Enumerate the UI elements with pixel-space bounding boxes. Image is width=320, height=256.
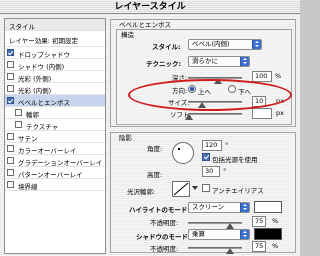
style-item-label: 光彩 (内側) xyxy=(18,87,52,95)
highlight-annotation-ellipse xyxy=(128,79,292,111)
style-item-label: テクスチャ xyxy=(26,123,59,131)
style-item[interactable]: ベベルとエンボス xyxy=(5,95,105,107)
gloss-contour-arrow-icon[interactable] xyxy=(192,186,198,190)
style-item-checkbox[interactable] xyxy=(7,145,14,152)
depth-input[interactable]: 100 xyxy=(252,71,272,82)
style-item-label: ドロップシャドウ xyxy=(18,51,70,59)
shading-title: 陰影 xyxy=(119,134,132,142)
style-item-label: ベベルとエンボス xyxy=(18,99,70,107)
style-item-label: 光彩 (外側) xyxy=(18,75,52,83)
global-light-label: 包括光源を使用 xyxy=(212,156,258,164)
style-item[interactable]: 光彩 (外側) xyxy=(5,71,105,83)
shadow-opacity-label: 不透明度: xyxy=(150,245,179,253)
dropdown-arrow-icon xyxy=(240,230,249,239)
style-item-label: カラーオーバーレイ xyxy=(18,147,77,155)
style-item[interactable]: パターンオーバーレイ xyxy=(5,167,105,179)
altitude-label: 高度: xyxy=(147,171,163,179)
window-title-bar[interactable]: レイヤースタイル xyxy=(0,0,300,14)
dialog-body: スタイル レイヤー効果: 初期設定 ドロップシャドウ シャドウ (内側) 光彩 (外… xyxy=(0,14,300,256)
style-item-checkbox[interactable] xyxy=(7,169,14,176)
style-item-label: パターンオーバーレイ xyxy=(18,171,83,179)
angle-dial-marker xyxy=(178,148,180,150)
gloss-contour-label: 光沢輪郭: xyxy=(127,188,156,196)
style-item[interactable]: 境界線 xyxy=(5,179,105,191)
highlight-mode-value: スクリーン xyxy=(192,203,225,211)
gloss-contour-picker[interactable] xyxy=(172,181,190,197)
blend-options-label: レイヤー効果: 初期設定 xyxy=(9,37,79,45)
depth-unit: % xyxy=(275,72,282,80)
style-item[interactable]: 輪郭 xyxy=(5,107,105,119)
style-item-label: シャドウ (内側) xyxy=(18,63,65,71)
style-item-label: 境界線 xyxy=(18,183,38,191)
shadow-opacity-unit: % xyxy=(272,242,279,250)
styles-header[interactable]: スタイル xyxy=(5,19,105,31)
style-item[interactable]: カラーオーバーレイ xyxy=(5,143,105,155)
blend-options-item[interactable]: レイヤー効果: 初期設定 xyxy=(5,31,105,47)
highlight-mode-select[interactable]: スクリーン xyxy=(188,202,250,213)
style-select-value: ベベル(内側) xyxy=(192,40,230,48)
soften-slider-thumb[interactable] xyxy=(185,114,193,120)
style-label: スタイル: xyxy=(152,43,181,51)
highlight-mode-label: ハイライトのモード: xyxy=(129,206,190,214)
style-item-checkbox[interactable] xyxy=(15,109,22,116)
style-item[interactable]: グラデーションオーバーレイ xyxy=(5,155,105,167)
highlight-opacity-label: 不透明度: xyxy=(150,219,179,227)
style-item-checkbox[interactable] xyxy=(7,181,14,188)
style-item-checkbox[interactable] xyxy=(7,85,14,92)
styles-list: スタイル レイヤー効果: 初期設定 ドロップシャドウ シャドウ (内側) 光彩 (外… xyxy=(4,18,106,254)
antialias-label: アンチエイリアス xyxy=(212,187,264,195)
bevel-group-title: ベベルとエンボス xyxy=(119,21,171,29)
style-item[interactable]: 光彩 (内側) xyxy=(5,83,105,95)
structure-title: 構造 xyxy=(121,31,134,39)
highlight-color-swatch[interactable] xyxy=(254,201,282,213)
global-light-checkbox[interactable] xyxy=(202,153,210,161)
shadow-opacity-thumb[interactable] xyxy=(226,248,234,254)
style-item-checkbox[interactable] xyxy=(7,133,14,140)
style-item-checkbox[interactable] xyxy=(7,73,14,80)
style-item-checkbox[interactable] xyxy=(7,49,14,56)
shadow-mode-value: 乗算 xyxy=(192,230,205,238)
technique-select[interactable]: 滑らかに xyxy=(188,56,250,67)
antialias-checkbox[interactable] xyxy=(202,184,210,192)
style-item[interactable]: サテン xyxy=(5,131,105,143)
highlight-opacity-unit: % xyxy=(272,217,279,225)
shadow-mode-label: シャドウのモード: xyxy=(136,233,191,241)
style-item-checkbox[interactable] xyxy=(7,157,14,164)
style-item[interactable]: ドロップシャドウ xyxy=(5,47,105,59)
shadow-color-swatch[interactable] xyxy=(254,228,282,240)
style-item-checkbox[interactable] xyxy=(15,121,22,128)
angle-dial[interactable] xyxy=(172,142,194,164)
dropdown-arrow-icon xyxy=(252,40,261,49)
style-item-checkbox[interactable] xyxy=(7,97,14,104)
altitude-input[interactable]: 30 xyxy=(202,166,220,177)
soften-input[interactable] xyxy=(252,108,272,119)
style-item[interactable]: テクスチャ xyxy=(5,119,105,131)
styles-header-label: スタイル xyxy=(9,23,35,31)
shadow-mode-select[interactable]: 乗算 xyxy=(188,229,250,240)
style-item-checkbox[interactable] xyxy=(7,61,14,68)
shadow-opacity-input[interactable]: 75 xyxy=(252,241,266,252)
highlight-opacity-input[interactable]: 75 xyxy=(252,216,266,227)
altitude-unit: ° xyxy=(223,167,227,175)
angle-input[interactable]: 120 xyxy=(202,140,222,151)
window-title: レイヤースタイル xyxy=(114,2,186,12)
angle-unit: ° xyxy=(225,141,229,149)
style-item-label: グラデーションオーバーレイ xyxy=(18,159,103,167)
style-item[interactable]: シャドウ (内側) xyxy=(5,59,105,71)
dropdown-arrow-icon xyxy=(240,57,249,66)
technique-select-value: 滑らかに xyxy=(192,57,218,65)
soften-slider-track[interactable] xyxy=(188,113,242,115)
angle-label: 角度: xyxy=(147,145,163,153)
style-select[interactable]: ベベル(内側) xyxy=(188,39,262,50)
soften-unit: px xyxy=(276,109,284,117)
style-item-label: サテン xyxy=(18,135,38,143)
technique-label: テクニック: xyxy=(146,60,182,68)
dropdown-arrow-icon xyxy=(240,203,249,212)
gloss-contour-curve-icon xyxy=(173,182,189,196)
style-item-label: 輪郭 xyxy=(26,111,39,119)
